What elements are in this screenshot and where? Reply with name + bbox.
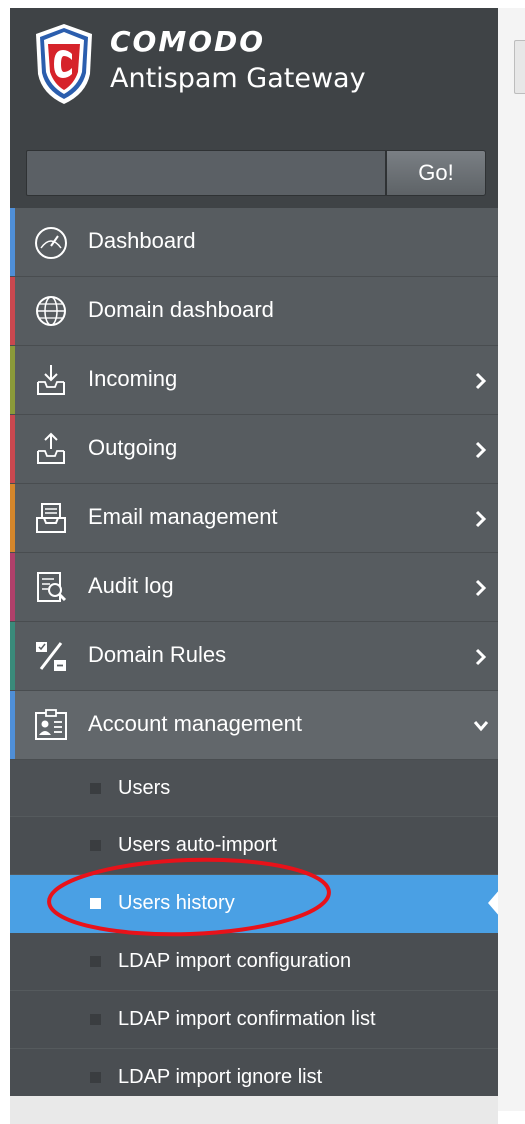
submenu-label: Users (118, 777, 171, 799)
submenu-label: Users history (118, 892, 235, 914)
menu-label: Audit log (88, 573, 174, 598)
bullet-icon (90, 1014, 101, 1025)
menu-item-account-management[interactable]: Account management (10, 691, 498, 760)
search-input[interactable] (26, 150, 386, 196)
submenu-item-users-history[interactable]: Users history (10, 875, 498, 933)
menu-label: Email management (88, 504, 278, 529)
chevron-down-icon (473, 721, 489, 732)
bullet-icon (90, 956, 101, 967)
menu-accent-bar (10, 277, 15, 345)
menu-item-incoming[interactable]: Incoming (10, 346, 498, 415)
content-area-edge (498, 8, 525, 1111)
chevron-right-icon (475, 648, 487, 666)
menu-item-email-management[interactable]: Email management (10, 484, 498, 553)
submenu-label: LDAP import configuration (118, 950, 352, 972)
menu-label: Outgoing (88, 435, 178, 460)
menu-label: Account management (88, 711, 303, 736)
bullet-icon (90, 898, 101, 909)
menu-accent-bar (10, 346, 15, 414)
menu-item-dashboard[interactable]: Dashboard (10, 208, 498, 277)
page-footer-strip (10, 1096, 498, 1124)
product-name: Antispam Gateway (110, 63, 366, 94)
inbox-download-icon (37, 365, 65, 395)
menu-item-audit-log[interactable]: Audit log (10, 553, 498, 622)
chevron-right-icon (475, 441, 487, 459)
sidebar-header: COMODO Antispam Gateway (10, 8, 498, 122)
search-bar: Go! (10, 122, 498, 208)
submenu-item-ldap-import-configuration[interactable]: LDAP import configuration (10, 933, 498, 991)
menu-accent-bar (10, 415, 15, 483)
menu-label: Domain dashboard (88, 297, 274, 322)
active-pointer-icon (488, 889, 498, 917)
account-card-icon (35, 709, 67, 740)
menu-accent-bar (10, 691, 15, 759)
menu-label: Incoming (88, 366, 178, 391)
menu-item-domain-rules[interactable]: Domain Rules (10, 622, 498, 691)
menu-label: Dashboard (88, 228, 196, 253)
submenu-item-users[interactable]: Users (10, 760, 498, 817)
bullet-icon (90, 840, 101, 851)
chevron-right-icon (475, 372, 487, 390)
percent-rules-icon (36, 642, 66, 671)
go-button[interactable]: Go! (386, 150, 486, 196)
menu-item-domain-dashboard[interactable]: Domain dashboard (10, 277, 498, 346)
globe-icon (36, 296, 66, 326)
menu-accent-bar (10, 553, 15, 621)
outbox-upload-icon (37, 432, 65, 464)
main-menu: Dashboard Domain dashboard Incoming Outg… (10, 208, 498, 1107)
dashboard-gauge-icon (35, 227, 67, 259)
menu-label: Domain Rules (88, 642, 227, 667)
sidebar: COMODO Antispam Gateway Go! Dashboard Do… (10, 8, 498, 1111)
chevron-right-icon (475, 579, 487, 597)
chevron-right-icon (475, 510, 487, 528)
content-scroll-handle[interactable] (514, 40, 525, 94)
audit-log-icon (37, 572, 67, 602)
submenu-label: LDAP import confirmation list (118, 1008, 376, 1030)
menu-item-outgoing[interactable]: Outgoing (10, 415, 498, 484)
menu-accent-bar (10, 484, 15, 552)
menu-accent-bar (10, 622, 15, 690)
comodo-shield-logo-icon (36, 24, 92, 104)
bullet-icon (90, 783, 101, 794)
submenu-item-ldap-import-confirmation-list[interactable]: LDAP import confirmation list (10, 991, 498, 1049)
submenu-item-users-auto-import[interactable]: Users auto-import (10, 817, 498, 875)
submenu-label: LDAP import ignore list (118, 1066, 323, 1088)
bullet-icon (90, 1072, 101, 1083)
email-tray-icon (36, 503, 66, 533)
brand-name: COMODO (110, 25, 266, 58)
submenu-label: Users auto-import (118, 834, 277, 856)
menu-accent-bar (10, 208, 15, 276)
